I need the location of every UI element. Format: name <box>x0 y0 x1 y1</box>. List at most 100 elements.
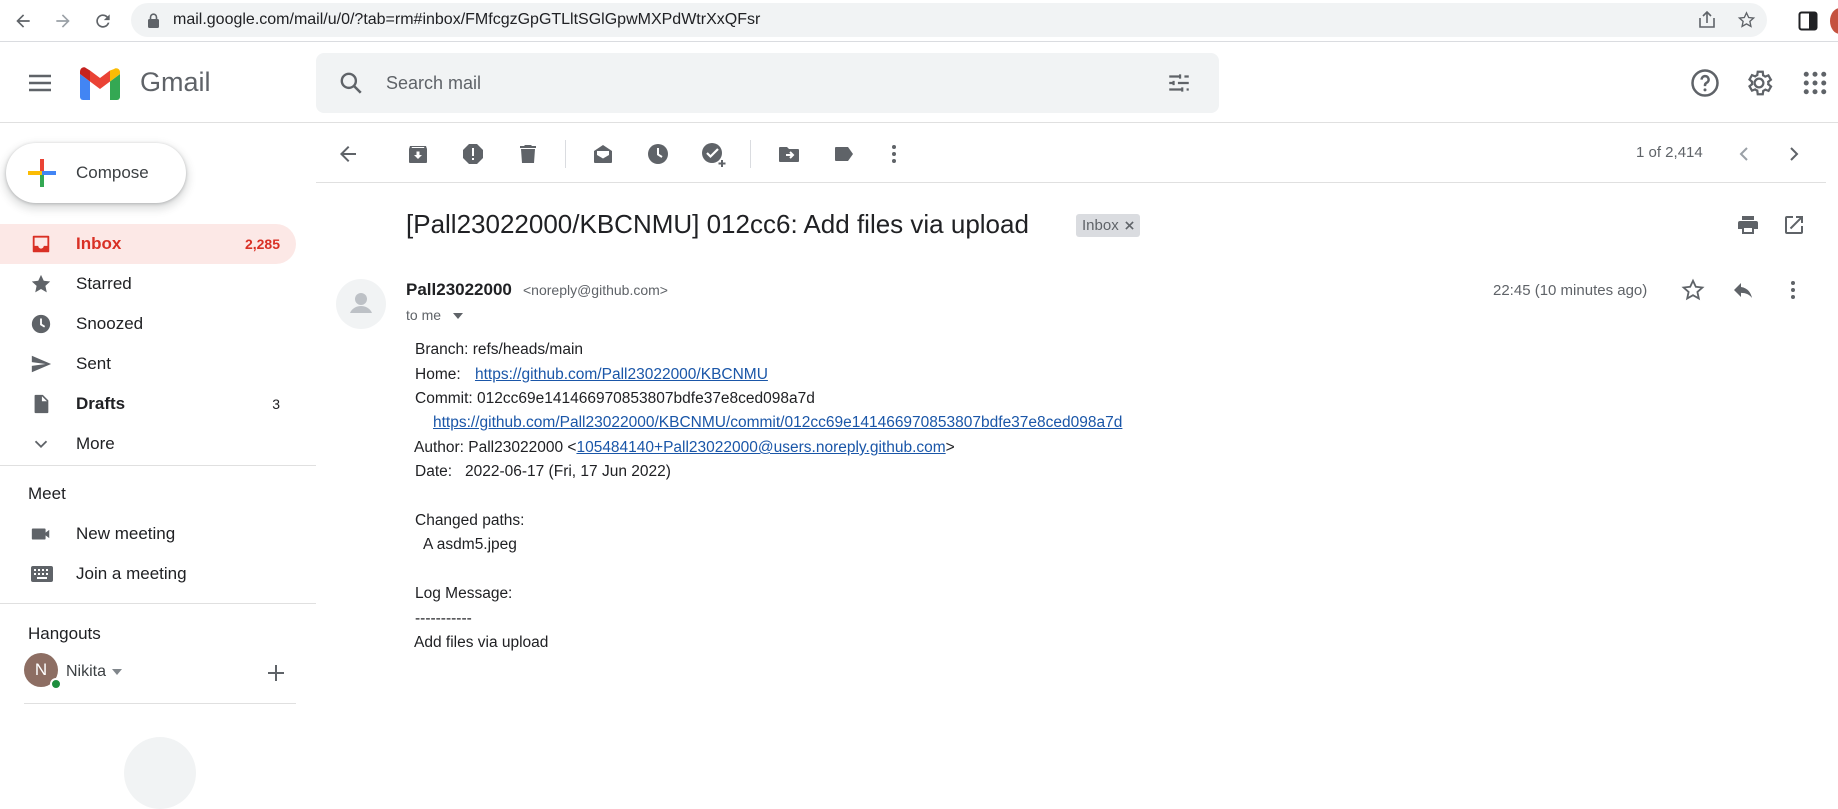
message-timestamp: 22:45 (10 minutes ago) <box>1493 282 1648 299</box>
author-email-link[interactable]: 105484140+Pall23022000@users.noreply.git… <box>576 439 945 456</box>
clock-icon <box>31 314 51 334</box>
author-suffix: > <box>945 439 955 456</box>
reload-button[interactable] <box>88 6 118 36</box>
video-camera-icon <box>31 528 50 540</box>
search-options-icon[interactable] <box>1166 70 1192 96</box>
print-icon[interactable] <box>1736 213 1760 237</box>
unread-count: 2,285 <box>244 236 280 252</box>
more-options-icon[interactable] <box>882 142 906 166</box>
draft-file-icon <box>34 394 49 414</box>
lock-icon <box>148 13 159 28</box>
help-icon[interactable] <box>1690 68 1720 98</box>
share-icon[interactable] <box>1697 11 1717 29</box>
gmail-logo[interactable] <box>77 65 123 101</box>
reply-icon[interactable] <box>1731 278 1755 302</box>
toolbar-separator <box>750 140 751 168</box>
body-commit-link-line: https://github.com/Pall23022000/KBCNMU/c… <box>433 414 1122 432</box>
report-spam-icon[interactable] <box>461 142 485 166</box>
sidebar-item-snoozed[interactable]: Snoozed <box>0 304 296 344</box>
sidebar: Compose Inbox 2,285 Starred Snoozed Sent… <box>0 124 316 809</box>
forward-button[interactable] <box>48 6 78 36</box>
inbox-icon <box>32 235 50 253</box>
address-bar[interactable]: mail.google.com/mail/u/0/?tab=rm#inbox/F… <box>131 3 1767 37</box>
settings-gear-icon[interactable] <box>1744 68 1774 98</box>
search-icon[interactable] <box>338 70 364 96</box>
sidebar-item-starred[interactable]: Starred <box>0 264 296 304</box>
join-meeting-label: Join a meeting <box>76 564 187 583</box>
message-more-icon[interactable] <box>1781 278 1805 302</box>
snooze-clock-icon[interactable] <box>646 142 670 166</box>
sidebar-item-label: Drafts <box>76 394 126 413</box>
home-link[interactable]: https://github.com/Pall23022000/KBCNMU <box>475 366 768 383</box>
sidebar-item-label: Sent <box>76 354 111 373</box>
hangouts-user-name[interactable]: Nikita <box>66 663 106 681</box>
remove-label-close-icon[interactable] <box>1125 221 1134 230</box>
browser-toolbar: mail.google.com/mail/u/0/?tab=rm#inbox/F… <box>0 0 1838 42</box>
bookmark-star-icon[interactable] <box>1737 11 1756 29</box>
chevron-down-icon <box>34 440 48 449</box>
sidebar-item-label: Snoozed <box>76 314 144 333</box>
sender-email: <noreply@github.com> <box>523 282 668 298</box>
add-to-tasks-icon[interactable] <box>701 142 727 168</box>
newer-chevron-left-icon[interactable] <box>1732 142 1756 166</box>
recipient-details[interactable]: to me <box>406 307 441 323</box>
arrow-back-icon <box>16 14 30 28</box>
draft-count: 3 <box>272 396 280 412</box>
search-bar[interactable] <box>316 53 1219 113</box>
body-log-message: Log Message: <box>415 585 513 602</box>
hangouts-placeholder-circle <box>124 737 196 809</box>
back-button[interactable] <box>8 6 38 36</box>
archive-icon[interactable] <box>406 142 430 166</box>
pagination-count: 1 of 2,414 <box>1636 144 1703 161</box>
caret-down-icon[interactable] <box>112 669 122 675</box>
sidebar-item-more[interactable]: More <box>0 424 296 464</box>
author-prefix: Author: Pall23022000 < <box>414 439 577 456</box>
keyboard-icon <box>31 566 53 582</box>
sender-avatar[interactable] <box>336 279 386 329</box>
inbox-label-chip[interactable]: Inbox <box>1076 214 1140 237</box>
add-icon[interactable] <box>267 664 285 682</box>
join-meeting-button[interactable]: Join a meeting <box>0 554 296 594</box>
send-icon <box>31 355 52 373</box>
delete-trash-icon[interactable] <box>516 142 540 166</box>
body-commit: Commit: 012cc69e141466970853807bdfe37e8c… <box>415 390 815 407</box>
older-chevron-right-icon[interactable] <box>1782 142 1806 166</box>
toolbar-divider <box>316 182 1826 183</box>
sidebar-item-drafts[interactable]: Drafts 3 <box>0 384 296 424</box>
body-author-line: Author: Pall23022000 <105484140+Pall2302… <box>414 439 955 457</box>
open-new-window-icon[interactable] <box>1782 213 1806 237</box>
move-to-icon[interactable] <box>777 142 801 166</box>
label-chip-text: Inbox <box>1082 217 1119 234</box>
compose-button[interactable]: Compose <box>6 143 186 203</box>
new-meeting-button[interactable]: New meeting <box>0 514 296 554</box>
arrow-forward-icon <box>56 14 70 28</box>
star-message-icon[interactable] <box>1681 278 1705 302</box>
mark-unread-icon[interactable] <box>591 142 615 166</box>
reload-icon <box>96 14 110 28</box>
body-changed-file: A asdm5.jpeg <box>423 536 517 553</box>
new-meeting-label: New meeting <box>76 524 176 543</box>
sidebar-item-label: Starred <box>76 274 132 293</box>
online-status-dot <box>50 678 62 690</box>
label-tag-icon[interactable] <box>832 142 856 166</box>
details-caret-icon[interactable] <box>453 313 463 319</box>
commit-link[interactable]: https://github.com/Pall23022000/KBCNMU/c… <box>433 414 1122 431</box>
star-icon <box>31 274 51 293</box>
body-log-text: Add files via upload <box>414 634 549 651</box>
gmail-header: Gmail <box>0 43 1838 123</box>
sidebar-item-sent[interactable]: Sent <box>0 344 296 384</box>
side-panel-icon[interactable] <box>1798 11 1818 31</box>
back-to-inbox-icon[interactable] <box>336 142 360 166</box>
main-menu-icon[interactable] <box>22 65 58 101</box>
compose-plus-icon <box>28 159 56 187</box>
hangouts-section-title: Hangouts <box>28 624 101 643</box>
search-input[interactable] <box>386 69 1086 97</box>
sidebar-item-label: More <box>76 434 115 453</box>
toolbar-separator <box>565 140 566 168</box>
apps-grid-icon[interactable] <box>1800 68 1830 98</box>
body-separator: ----------- <box>415 610 472 627</box>
profile-avatar[interactable] <box>1830 8 1838 34</box>
sidebar-item-label: Inbox <box>76 234 122 253</box>
sidebar-divider <box>24 703 296 704</box>
sidebar-item-inbox[interactable]: Inbox 2,285 <box>0 224 296 264</box>
